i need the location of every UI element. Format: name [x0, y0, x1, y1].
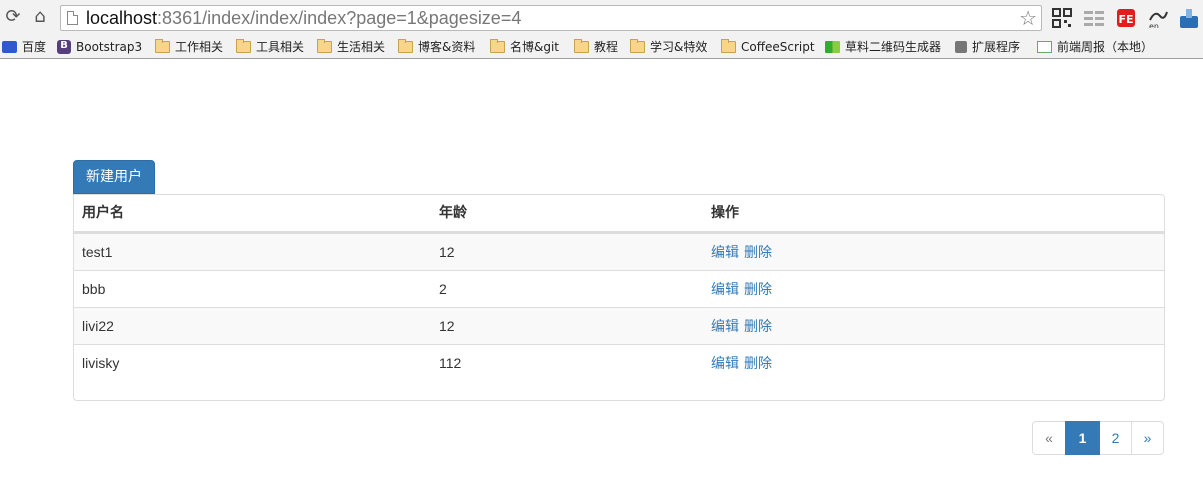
fe-extension-icon[interactable]: FE: [1116, 8, 1136, 28]
bookmarks-bar: 百度 B Bootstrap3 工作相关 工具相关 生活相关 博客&资料 名博&g…: [0, 35, 1203, 59]
table-row: livi22 12 编辑 删除: [74, 307, 1164, 344]
bookmark-extensions[interactable]: 扩展程序: [955, 38, 1020, 56]
bookmark-weekly[interactable]: 前端周报（本地）: [1037, 38, 1153, 56]
baidu-icon: [2, 41, 17, 53]
folder-icon: [721, 39, 736, 53]
folder-icon: [630, 39, 645, 53]
grid-extension-icon[interactable]: [1083, 8, 1105, 28]
svg-text:FE: FE: [1118, 13, 1133, 26]
bookmark-folder[interactable]: CoffeeScript: [721, 38, 815, 56]
document-icon: [1037, 41, 1052, 53]
pagination-prev[interactable]: «: [1032, 421, 1066, 455]
folder-icon: [574, 39, 589, 53]
cell-actions: 编辑 删除: [711, 271, 772, 308]
new-user-button[interactable]: 新建用户: [73, 160, 155, 194]
header-username: 用户名: [82, 205, 124, 221]
bookmark-folder[interactable]: 名博&git: [490, 38, 559, 56]
bookmark-folder[interactable]: 学习&特效: [630, 38, 707, 56]
header-actions: 操作: [711, 205, 739, 221]
reload-icon[interactable]: ⟳: [2, 6, 24, 28]
bookmark-star-icon[interactable]: ☆: [1019, 7, 1037, 29]
cell-age: 12: [439, 318, 455, 334]
page-icon: [67, 11, 78, 25]
pagination-next[interactable]: »: [1131, 421, 1164, 455]
bookmark-folder[interactable]: 生活相关: [317, 38, 385, 56]
users-table-panel: 用户名 年龄 操作 test1 12 编辑 删除 bbb 2 编辑 删除 livi2…: [73, 194, 1165, 401]
translate-extension-icon[interactable]: en: [1147, 8, 1169, 28]
cell-age: 112: [439, 355, 462, 371]
qrcode-icon: [825, 41, 840, 53]
puzzle-icon: [955, 41, 967, 53]
folder-icon: [490, 39, 505, 53]
header-age: 年龄: [439, 205, 467, 221]
browser-toolbar: ⟳ ⌂ localhost:8361/index/index/index?pag…: [0, 0, 1203, 35]
cell-actions: 编辑 删除: [711, 345, 772, 382]
pagination: « 1 2 »: [1032, 421, 1164, 455]
bookmark-bootstrap3[interactable]: B Bootstrap3: [57, 38, 142, 56]
edit-link[interactable]: 编辑: [711, 319, 739, 335]
cell-username: livisky: [82, 355, 120, 371]
bookmark-folder[interactable]: 工具相关: [236, 38, 304, 56]
table-row: bbb 2 编辑 删除: [74, 270, 1164, 307]
bookmark-folder[interactable]: 博客&资料: [398, 38, 475, 56]
bootstrap-icon: B: [57, 40, 71, 54]
home-icon[interactable]: ⌂: [29, 6, 51, 28]
delete-link[interactable]: 删除: [744, 356, 772, 372]
address-bar[interactable]: localhost:8361/index/index/index?page=1&…: [60, 5, 1042, 31]
table-header-row: 用户名 年龄 操作: [74, 195, 1164, 233]
bookmark-baidu[interactable]: 百度: [2, 38, 46, 56]
pagination-page-1[interactable]: 1: [1065, 421, 1100, 455]
folder-icon: [398, 39, 413, 53]
edit-link[interactable]: 编辑: [711, 282, 739, 298]
pagination-page-2[interactable]: 2: [1099, 421, 1132, 455]
folder-icon: [155, 39, 170, 53]
delete-link[interactable]: 删除: [744, 319, 772, 335]
edit-link[interactable]: 编辑: [711, 356, 739, 372]
download-extension-icon[interactable]: [1178, 8, 1200, 28]
table-row: livisky 112 编辑 删除: [74, 344, 1164, 381]
folder-icon: [317, 39, 332, 53]
edit-link[interactable]: 编辑: [711, 245, 739, 261]
cell-username: livi22: [82, 318, 114, 334]
folder-icon: [236, 39, 251, 53]
cell-actions: 编辑 删除: [711, 234, 772, 271]
cell-username: test1: [82, 244, 113, 260]
table-row: test1 12 编辑 删除: [74, 233, 1164, 270]
bookmark-folder[interactable]: 工作相关: [155, 38, 223, 56]
users-table: 用户名 年龄 操作 test1 12 编辑 删除 bbb 2 编辑 删除 livi2…: [74, 195, 1164, 381]
delete-link[interactable]: 删除: [744, 245, 772, 261]
svg-text:en: en: [1149, 22, 1159, 28]
cell-age: 2: [439, 281, 447, 297]
address-url[interactable]: localhost:8361/index/index/index?page=1&…: [86, 8, 521, 28]
bookmark-qrcode-generator[interactable]: 草料二维码生成器: [825, 38, 941, 56]
cell-username: bbb: [82, 281, 106, 297]
bookmark-folder[interactable]: 教程: [574, 38, 618, 56]
cell-age: 12: [439, 244, 455, 260]
cell-actions: 编辑 删除: [711, 308, 772, 345]
delete-link[interactable]: 删除: [744, 282, 772, 298]
qrcode-extension-icon[interactable]: [1052, 8, 1072, 28]
